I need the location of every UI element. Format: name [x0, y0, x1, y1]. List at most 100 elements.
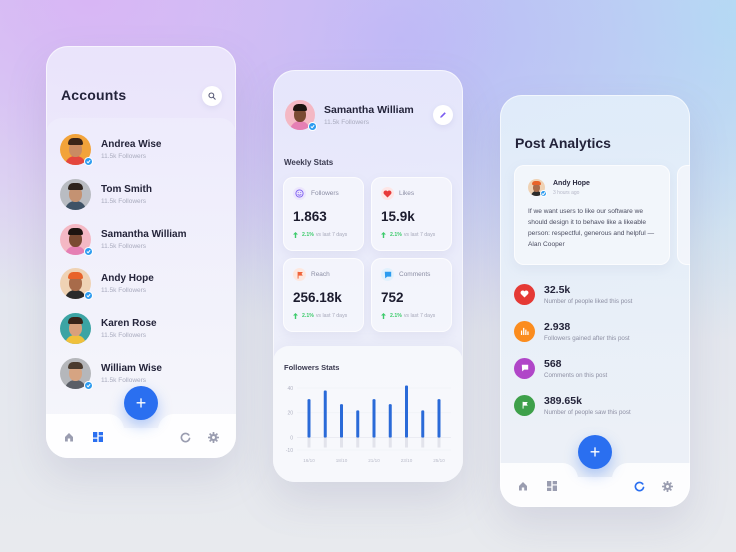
profile-stats-screen: Samantha William 11.5k Followers Weekly …	[273, 70, 463, 482]
nav-home[interactable]	[62, 430, 76, 444]
accounts-screen: Accounts Andrea Wise 11.5k Followers Tom…	[46, 46, 236, 458]
bar-reflection	[340, 437, 343, 448]
verified-badge-icon	[84, 246, 93, 256]
stat-value: 15.9k	[381, 209, 415, 224]
bar[interactable]	[356, 410, 360, 438]
account-followers: 11.5k Followers	[101, 242, 147, 250]
smiley-icon	[293, 187, 306, 200]
nav-settings[interactable]	[660, 479, 674, 493]
metric-value: 568	[544, 357, 562, 370]
bar[interactable]	[340, 404, 343, 438]
bar[interactable]	[421, 410, 425, 438]
stat-delta-text: vs last 7 days	[403, 232, 436, 238]
edit-profile-button[interactable]	[433, 105, 453, 125]
nav-settings[interactable]	[206, 430, 220, 444]
arrow-up-icon	[293, 232, 298, 238]
bar-chart-icon	[514, 320, 535, 342]
weekly-stats-label: Weekly Stats	[284, 158, 334, 167]
y-tick-label: 0	[290, 435, 293, 441]
metric-label: Number of people liked this post	[544, 297, 633, 305]
verified-badge-icon	[84, 156, 93, 166]
stat-delta-percent: 2.1%	[390, 313, 402, 319]
nav-dashboard[interactable]	[545, 479, 559, 493]
verified-badge-icon	[540, 190, 547, 197]
followers-bar-chart: 40 20 0 -10 16/10 18/10 21/10 23/10 25/10	[286, 385, 451, 463]
nav-refresh[interactable]	[632, 479, 646, 493]
bottom-nav: +	[500, 435, 690, 507]
bar[interactable]	[388, 404, 392, 438]
account-item[interactable]: Andy Hope 11.5k Followers	[60, 266, 230, 300]
stat-delta: 2.1% vs last 7 days	[293, 232, 347, 238]
profile-followers: 11.5k Followers	[324, 119, 370, 126]
post-card[interactable]: Andy Hope 3 hours ago If we want users t…	[514, 165, 670, 265]
arrow-up-icon	[293, 313, 298, 319]
stat-delta-percent: 2.1%	[390, 232, 402, 238]
account-item[interactable]: Karen Rose 11.5k Followers	[60, 311, 230, 345]
refresh-icon	[634, 481, 644, 491]
account-followers: 11.5k Followers	[101, 286, 147, 294]
add-button[interactable]: +	[124, 386, 158, 420]
nav-refresh[interactable]	[178, 430, 192, 444]
account-followers: 11.5k Followers	[101, 331, 147, 339]
stat-label: Followers	[311, 190, 339, 197]
avatar	[60, 223, 93, 256]
stat-delta: 2.1% vs last 7 days	[293, 313, 347, 319]
account-item[interactable]: William Wise 11.5k Followers	[60, 356, 230, 390]
metric-value: 389.65k	[544, 394, 582, 407]
account-name: Karen Rose	[101, 317, 157, 329]
stat-delta-percent: 2.1%	[302, 232, 314, 238]
avatar	[60, 312, 91, 344]
bar[interactable]	[323, 390, 327, 438]
profile-avatar[interactable]	[285, 100, 317, 131]
plus-icon: +	[135, 393, 147, 413]
account-item[interactable]: Samantha William 11.5k Followers	[60, 222, 230, 256]
account-name: Tom Smith	[101, 183, 152, 195]
stat-card-comments[interactable]: Comments 752 2.1% vs last 7 days	[371, 258, 452, 332]
bar[interactable]	[437, 399, 441, 438]
home-icon	[65, 433, 73, 442]
stat-delta-text: vs last 7 days	[315, 313, 348, 319]
accounts-title: Accounts	[61, 87, 127, 103]
comment-icon	[381, 268, 394, 281]
y-tick-label: 20	[287, 411, 293, 417]
metric-label: Number of people saw this post	[544, 408, 631, 416]
stat-value: 256.18k	[293, 290, 342, 305]
dashboard-icon	[93, 432, 103, 442]
avatar	[528, 179, 547, 197]
nav-home[interactable]	[516, 479, 530, 493]
bar[interactable]	[405, 385, 408, 438]
stat-label: Likes	[399, 190, 415, 197]
gear-icon	[207, 431, 219, 443]
nav-dashboard[interactable]	[91, 430, 105, 444]
verified-badge-icon	[84, 290, 93, 300]
bar[interactable]	[372, 399, 376, 438]
search-button[interactable]	[202, 86, 222, 106]
arrow-up-icon	[381, 232, 386, 238]
account-item[interactable]: Andrea Wise 11.5k Followers	[60, 132, 230, 166]
next-post-card[interactable]	[677, 165, 690, 265]
y-tick-label: 40	[287, 386, 293, 392]
metric-label: Comments on this post	[544, 371, 608, 379]
bar-reflection	[388, 437, 392, 448]
add-button[interactable]: +	[578, 435, 612, 469]
stat-delta-text: vs last 7 days	[315, 232, 348, 238]
avatar	[60, 178, 91, 210]
stat-card-followers[interactable]: Followers 1.863 2.1% vs last 7 days	[283, 177, 364, 251]
metric-views: 389.65k Number of people saw this post	[514, 393, 684, 417]
avatar	[60, 133, 93, 166]
account-item[interactable]: Tom Smith 11.5k Followers	[60, 177, 230, 211]
account-followers: 11.5k Followers	[101, 152, 147, 160]
metric-likes: 32.5k Number of people liked this post	[514, 282, 684, 306]
bar-reflection	[372, 437, 376, 448]
stat-card-likes[interactable]: Likes 15.9k 2.1% vs last 7 days	[371, 177, 452, 251]
stat-card-reach[interactable]: Reach 256.18k 2.1% vs last 7 days	[283, 258, 364, 332]
avatar	[60, 267, 93, 300]
search-icon	[208, 92, 216, 100]
metric-value: 2.938	[544, 320, 571, 333]
home-icon	[519, 482, 527, 491]
stat-delta: 2.1% vs last 7 days	[381, 232, 435, 238]
bar[interactable]	[307, 399, 311, 438]
bar-reflection	[323, 437, 327, 448]
account-name: Andy Hope	[101, 272, 154, 284]
x-tick-label: 21/10	[368, 458, 380, 463]
